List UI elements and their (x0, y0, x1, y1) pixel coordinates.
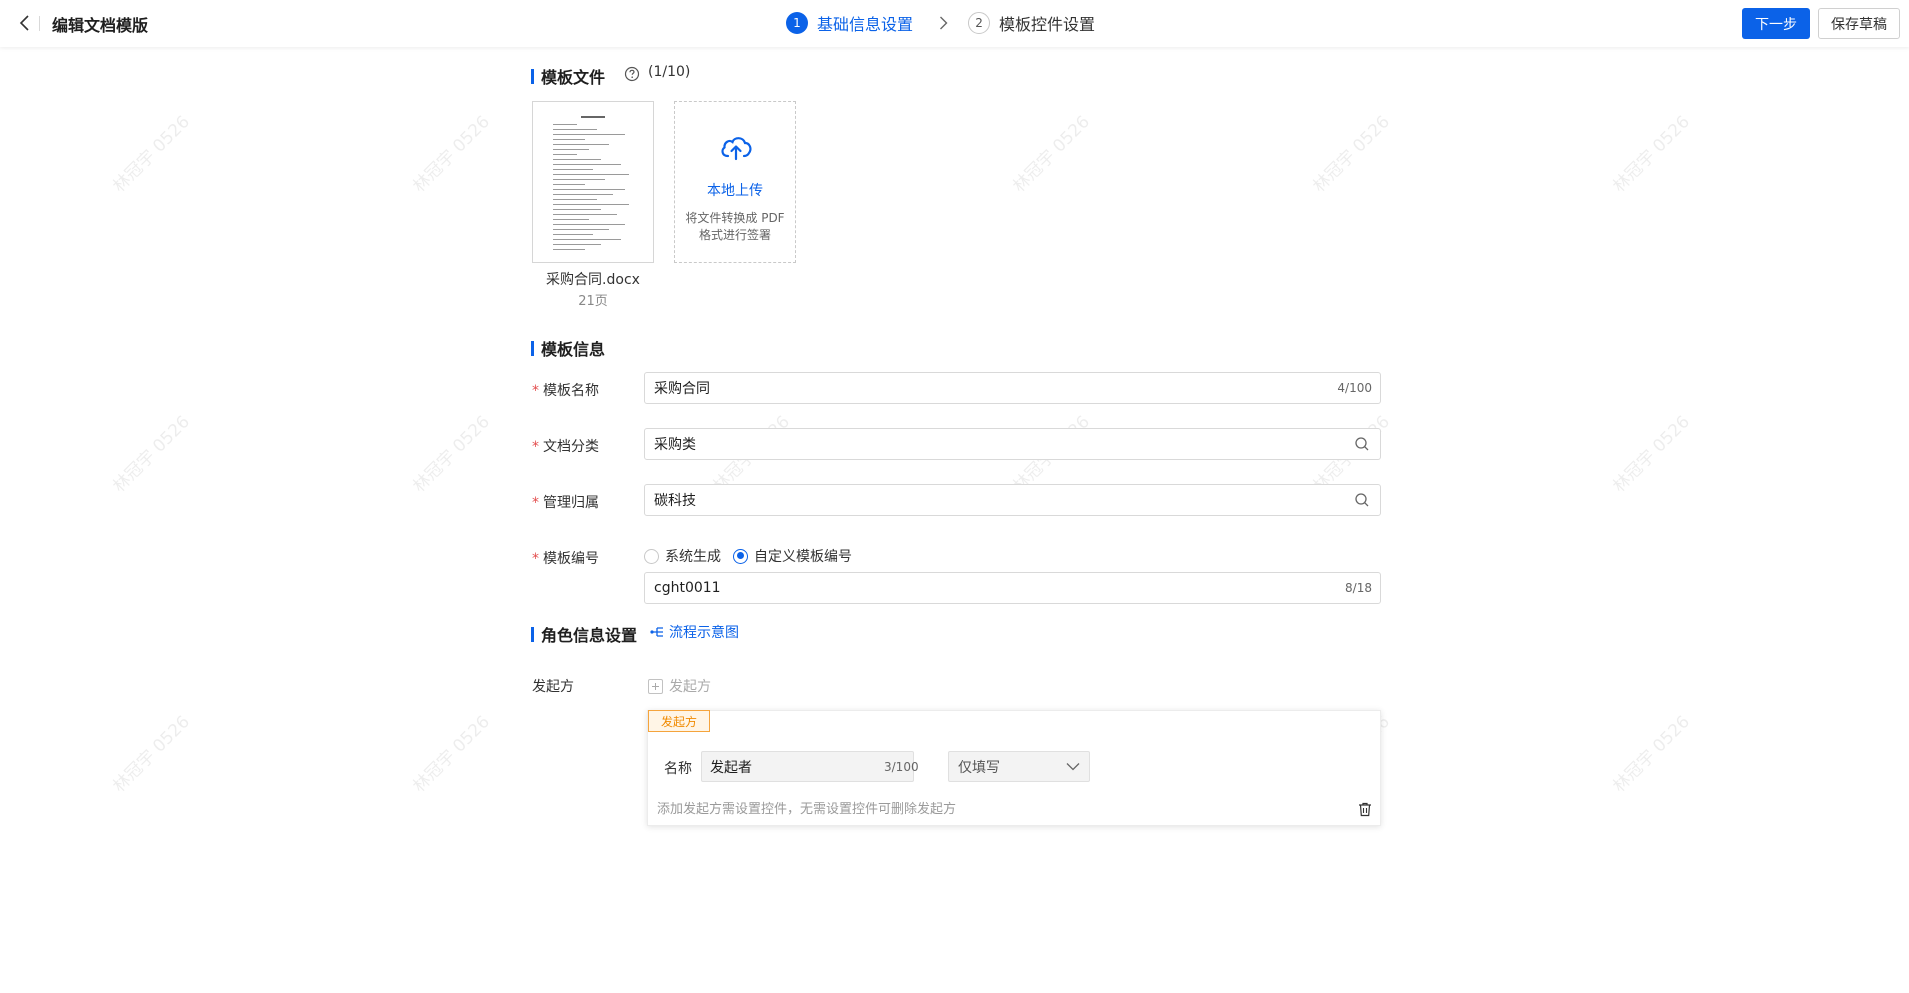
template-name-input[interactable] (645, 373, 1338, 403)
step-number: 2 (968, 12, 991, 34)
doc-category-input[interactable] (645, 429, 1354, 459)
watermark: 林冠宇 0526 (1609, 411, 1694, 497)
save-draft-button[interactable]: 保存草稿 (1818, 8, 1900, 39)
char-count: 3/100 (884, 759, 919, 774)
section-bar (531, 340, 534, 356)
role-name-input[interactable] (702, 752, 884, 781)
step-basic-info[interactable]: 1 基础信息设置 (786, 11, 913, 35)
doc-category-label: * 文档分类 (532, 439, 599, 455)
step-number: 1 (786, 12, 808, 34)
section-role-settings: 角色信息设置 (531, 622, 637, 646)
template-number-radio-group: 系统生成 自定义模板编号 (644, 546, 864, 566)
help-circle-icon[interactable] (624, 66, 640, 82)
upload-hint: 将文件转换成 PDF 格式进行签署 (685, 211, 785, 242)
doc-category-field (644, 428, 1381, 460)
select-value: 仅填写 (958, 759, 1000, 776)
initiator-role-card: 发起方 名称 3/100 仅填写 添加发起方需设置控件，无需设置控件可删除发起方 (647, 710, 1381, 826)
file-thumbnail[interactable] (532, 101, 654, 263)
initiator-label: 发起方 (532, 679, 574, 695)
chevron-right-icon (939, 16, 948, 30)
watermark: 林冠宇 0526 (109, 111, 194, 197)
watermark: 林冠宇 0526 (109, 411, 194, 497)
role-name-field: 3/100 (701, 751, 919, 782)
radio-circle-checked (733, 548, 748, 564)
role-tag: 发起方 (648, 710, 710, 732)
header-divider (39, 16, 40, 31)
step-control-settings[interactable]: 2 模板控件设置 (968, 11, 1095, 35)
watermark: 林冠宇 0526 (1009, 111, 1094, 197)
cloud-upload-icon (721, 137, 752, 161)
template-number-label: * 模板编号 (532, 551, 599, 567)
required-mark: * (532, 439, 539, 455)
document-preview (553, 116, 633, 254)
search-icon[interactable] (1354, 436, 1370, 452)
page-title: 编辑文档模版 (52, 16, 149, 35)
flow-link-label: 流程示意图 (669, 625, 739, 641)
plus-square-icon (648, 678, 663, 694)
section-bar (531, 68, 534, 84)
template-number-field: 8/18 (644, 572, 1381, 604)
watermark: 林冠宇 0526 (1609, 711, 1694, 797)
radio-label: 自定义模板编号 (754, 549, 852, 565)
watermark: 林冠宇 0526 (1609, 111, 1694, 197)
radio-custom-number[interactable]: 自定义模板编号 (733, 546, 852, 566)
section-title-text: 模板信息 (541, 340, 606, 359)
next-step-button[interactable]: 下一步 (1742, 8, 1810, 39)
radio-label: 系统生成 (665, 549, 721, 565)
char-count: 4/100 (1337, 381, 1372, 395)
required-mark: * (532, 551, 539, 567)
template-name-field: 4/100 (644, 372, 1381, 404)
upload-label: 本地上传 (707, 183, 763, 199)
chevron-down-icon (1066, 763, 1080, 771)
local-upload-button[interactable]: 本地上传 将文件转换成 PDF 格式进行签署 (674, 101, 796, 263)
watermark: 林冠宇 0526 (409, 411, 494, 497)
radio-system-generated[interactable]: 系统生成 (644, 546, 721, 566)
watermark: 林冠宇 0526 (109, 711, 194, 797)
role-name-label: 名称 (664, 761, 692, 777)
management-owner-field (644, 484, 1381, 516)
section-title-text: 角色信息设置 (541, 626, 638, 645)
role-hint: 添加发起方需设置控件，无需设置控件可删除发起方 (657, 802, 957, 817)
section-title-text: 模板文件 (541, 68, 606, 87)
section-template-info: 模板信息 (531, 336, 605, 360)
step-label: 基础信息设置 (817, 15, 914, 34)
top-header: 编辑文档模版 1 基础信息设置 2 模板控件设置 下一步 保存草稿 (0, 0, 1909, 47)
flow-icon (650, 627, 663, 637)
template-name-label: * 模板名称 (532, 383, 599, 399)
template-number-input[interactable] (645, 573, 1346, 603)
add-initiator-button[interactable]: 发起方 (648, 676, 711, 696)
watermark: 林冠宇 0526 (409, 111, 494, 197)
management-owner-label: * 管理归属 (532, 495, 599, 511)
step-indicator: 1 基础信息设置 2 模板控件设置 (786, 11, 1095, 35)
search-icon[interactable] (1354, 492, 1370, 508)
flow-diagram-link[interactable]: 流程示意图 (650, 622, 739, 642)
role-permission-select[interactable]: 仅填写 (948, 751, 1090, 782)
step-label: 模板控件设置 (999, 15, 1096, 34)
file-name: 采购合同.docx (546, 272, 640, 288)
section-bar (531, 626, 534, 642)
add-initiator-label: 发起方 (669, 679, 711, 695)
watermark: 林冠宇 0526 (409, 711, 494, 797)
section-template-file: 模板文件 (531, 64, 605, 88)
file-page-count: 21页 (578, 294, 608, 309)
trash-icon[interactable] (1358, 802, 1372, 817)
back-button[interactable] (14, 12, 36, 34)
char-count: 8/18 (1345, 581, 1372, 595)
file-count: (1/10) (648, 64, 691, 80)
chevron-left-icon (19, 15, 29, 31)
management-owner-input[interactable] (645, 485, 1354, 515)
radio-circle (644, 548, 659, 564)
required-mark: * (532, 495, 539, 511)
watermark: 林冠宇 0526 (1309, 111, 1394, 197)
required-mark: * (532, 383, 539, 399)
